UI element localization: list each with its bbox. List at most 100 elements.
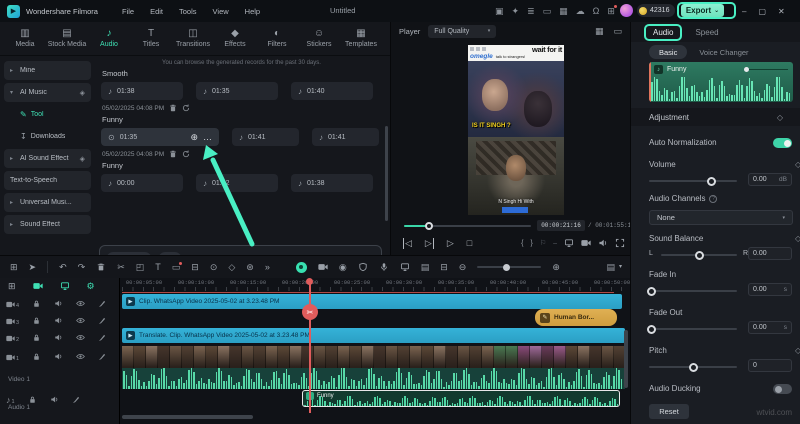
mark-out-button[interactable]: }: [530, 240, 532, 247]
settings-icon[interactable]: ⚙: [87, 282, 95, 291]
timeline-horizontal-scrollbar[interactable]: [122, 415, 253, 419]
tab-stock-media[interactable]: ▤Stock Media: [46, 29, 88, 48]
cloud-icon[interactable]: ☁: [576, 6, 585, 17]
next-frame-button[interactable]: ▷: [425, 238, 434, 249]
fade-in-handle[interactable]: [647, 287, 656, 296]
select-tool-icon[interactable]: ➤: [29, 263, 37, 272]
delete-icon[interactable]: [96, 262, 106, 272]
menu-edit[interactable]: Edit: [142, 7, 171, 16]
video-clip-thumbnails[interactable]: [122, 346, 625, 368]
subtab-basic[interactable]: Basic: [649, 45, 687, 59]
zoom-out-icon[interactable]: ⊖: [459, 263, 467, 272]
selected-audio-clip-card[interactable]: ♪ Funny: [649, 62, 793, 102]
reset-pitch-icon[interactable]: ◇: [795, 346, 800, 355]
safe-area-icon[interactable]: ▭: [613, 27, 622, 36]
tab-titles[interactable]: TTitles: [130, 29, 172, 48]
color-tag-icon[interactable]: [72, 391, 81, 409]
gift-icon[interactable]: ▣: [495, 6, 504, 17]
undo-icon[interactable]: ↶: [59, 263, 67, 272]
mute-icon[interactable]: [54, 329, 63, 347]
subtab-voice-changer[interactable]: Voice Changer: [699, 48, 748, 57]
voiceover-mic-icon[interactable]: [379, 262, 389, 272]
pitch-value[interactable]: 0: [748, 359, 792, 372]
zoom-handle[interactable]: [503, 264, 510, 271]
audio-clip-card[interactable]: ♪01:38: [101, 82, 183, 100]
library-scrollbar[interactable]: [385, 126, 388, 221]
human-box-clip[interactable]: ✎ Human Bor...: [535, 309, 617, 326]
clip-track2[interactable]: ▶ Translate. Clip. WhatsApp Video 2025-0…: [122, 328, 625, 343]
play-clip-icon[interactable]: ◉: [339, 263, 347, 272]
visibility-icon[interactable]: [76, 312, 85, 330]
progress-handle[interactable]: [425, 222, 433, 230]
audio-clip-card[interactable]: ♪01:41: [312, 128, 379, 146]
magic-wand-icon[interactable]: ✦: [512, 6, 520, 17]
color-tag-icon[interactable]: [98, 348, 107, 366]
balance-value[interactable]: 0.00: [748, 247, 792, 260]
zoom-in-icon[interactable]: ⊕: [552, 263, 560, 272]
coins-badge[interactable]: 42316: [637, 4, 675, 17]
funny-audio-clip[interactable]: ♪ Funny: [302, 390, 620, 407]
audio-clip-card[interactable]: ♪01:38: [291, 174, 373, 192]
text-icon[interactable]: T: [155, 263, 161, 272]
screen-capture-icon[interactable]: [60, 281, 70, 291]
timeline-zoom-slider[interactable]: [477, 266, 541, 268]
audio-clip-card[interactable]: ♪00:00: [101, 174, 183, 192]
motion-track-icon[interactable]: ⊙: [210, 263, 218, 272]
snapshot-icon[interactable]: [581, 238, 591, 248]
volume-handle[interactable]: [707, 177, 716, 186]
close-button[interactable]: ✕: [778, 7, 785, 16]
captions-icon[interactable]: ⊟: [440, 263, 448, 272]
volume-value[interactable]: 0.00dB: [748, 173, 792, 186]
reset-button[interactable]: Reset: [649, 404, 689, 419]
export-button[interactable]: Export ⌄: [681, 4, 724, 17]
playback-progress-bar[interactable]: [404, 225, 531, 227]
sound-balance-slider[interactable]: [661, 254, 737, 256]
lock-icon[interactable]: [32, 295, 41, 313]
remove-mark-icon[interactable]: –: [553, 240, 557, 247]
split-icon[interactable]: ✂: [117, 263, 125, 272]
tab-stickers[interactable]: ☺Stickers: [298, 29, 340, 48]
record-camera-icon[interactable]: [33, 281, 43, 291]
playhead[interactable]: [309, 279, 311, 413]
mute-icon[interactable]: [54, 348, 63, 366]
preview-window-icon[interactable]: ▦: [595, 27, 604, 36]
reset-balance-icon[interactable]: ◇: [795, 234, 800, 243]
split-at-playhead-button[interactable]: ✂: [302, 304, 318, 320]
timeline-vertical-scrollbar[interactable]: [624, 330, 628, 388]
media-browser-icon[interactable]: ⊞: [10, 263, 18, 272]
menu-view[interactable]: View: [205, 7, 237, 16]
trash-icon[interactable]: [169, 150, 177, 158]
mask-icon[interactable]: ▭: [172, 263, 181, 272]
lock-icon[interactable]: [32, 348, 41, 366]
maximize-button[interactable]: ▢: [758, 7, 766, 16]
sidebar-item-ai-sound-effect[interactable]: ▸AI Sound Effect◈: [4, 149, 91, 168]
visibility-icon[interactable]: [76, 329, 85, 347]
color-tag-icon[interactable]: [98, 312, 107, 330]
audio-clip-card[interactable]: ♪01:42: [196, 174, 278, 192]
volume-slider[interactable]: [649, 180, 737, 182]
mark-in-button[interactable]: {: [521, 240, 523, 247]
visibility-icon[interactable]: [76, 295, 85, 313]
audio-clip-card[interactable]: ♪01:41: [232, 128, 299, 146]
pitch-slider[interactable]: [649, 366, 737, 368]
keyframe-icon[interactable]: ⊟: [191, 263, 199, 272]
sidebar-item-ai-music[interactable]: ▾AI Music◈: [4, 83, 91, 102]
apps-grid-icon[interactable]: ⊞: [607, 6, 615, 17]
media-library-icon[interactable]: ▦: [559, 6, 568, 17]
display-device-icon[interactable]: [564, 238, 574, 248]
minimize-button[interactable]: –: [742, 7, 746, 16]
color-tag-icon[interactable]: [98, 329, 107, 347]
fade-out-handle[interactable]: [647, 325, 656, 334]
add-media-icon[interactable]: ⊞: [8, 282, 16, 291]
mute-icon[interactable]: [54, 295, 63, 313]
clip-track4[interactable]: ▶ Clip. WhatsApp Video 2025-05-02 at 3.2…: [122, 294, 622, 309]
tab-effects[interactable]: ◆Effects: [214, 29, 256, 48]
more-options-button[interactable]: …: [203, 132, 212, 142]
auto-normalization-toggle[interactable]: [773, 138, 792, 148]
crop-icon[interactable]: ◰: [136, 263, 145, 272]
user-avatar[interactable]: [620, 4, 633, 17]
playhead-marker[interactable]: [306, 278, 313, 285]
effects-icon[interactable]: ◇: [228, 263, 235, 272]
redo-icon[interactable]: ↷: [78, 263, 86, 272]
audio-clip-card[interactable]: ⊙01:35⊕…: [101, 128, 219, 146]
